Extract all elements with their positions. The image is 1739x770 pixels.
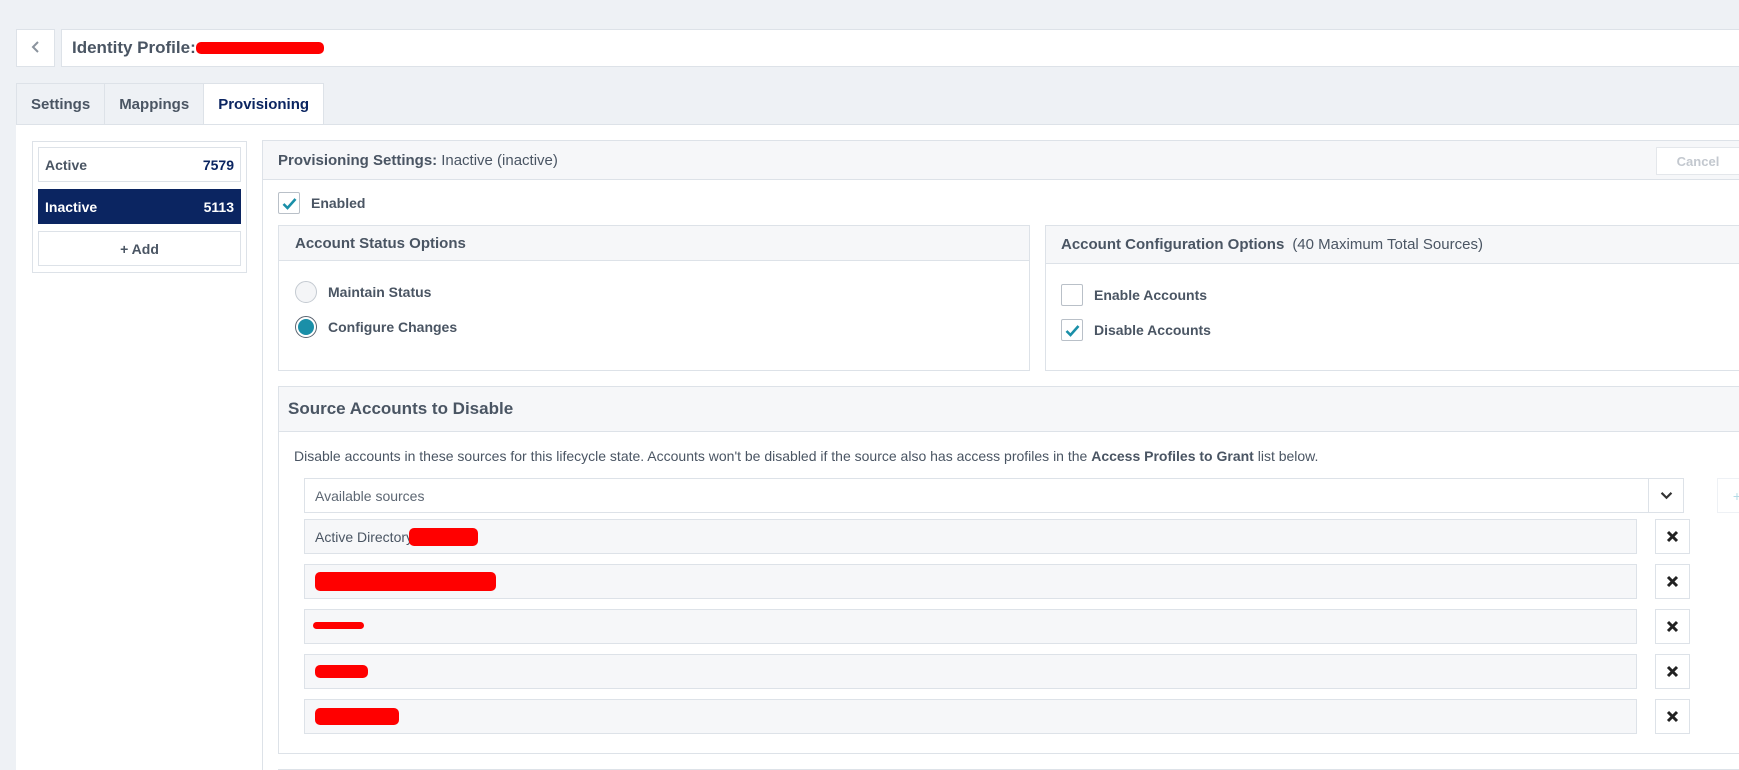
state-count: 7579 <box>202 156 234 173</box>
disable-accounts-checkbox[interactable] <box>1061 319 1083 341</box>
enable-accounts-checkbox[interactable] <box>1061 284 1083 306</box>
tab-settings[interactable]: Settings <box>16 83 105 125</box>
chevron-down-icon[interactable] <box>1648 479 1683 512</box>
account-configuration-options: Account Configuration Options (40 Maximu… <box>1045 225 1739 371</box>
source-row <box>304 654 1637 689</box>
radio-button[interactable] <box>295 281 317 303</box>
enabled-label: Enabled <box>311 195 366 211</box>
enable-accounts-option[interactable]: Enable Accounts <box>1061 284 1207 306</box>
enabled-toggle[interactable]: Enabled <box>278 192 365 214</box>
panel-header: Provisioning Settings: Inactive (inactiv… <box>263 141 1739 180</box>
redacted-source-name <box>409 527 479 546</box>
back-button[interactable] <box>16 29 55 67</box>
redacted-source-name <box>315 665 368 678</box>
panel-title-value: Inactive (inactive) <box>441 151 558 169</box>
check-icon <box>282 197 296 210</box>
section-description: Disable accounts in these sources for th… <box>294 448 1318 464</box>
lifecycle-state-list: Active 7579 Inactive 5113 + Add <box>32 141 247 273</box>
close-icon <box>1666 665 1679 678</box>
description-text-end: list below. <box>1253 448 1319 464</box>
remove-source-button[interactable] <box>1655 564 1690 599</box>
description-emphasis: Access Profiles to Grant <box>1091 448 1254 464</box>
source-row <box>304 609 1637 644</box>
redacted-source-name <box>315 572 496 591</box>
add-state-button[interactable]: + Add <box>38 231 241 266</box>
remove-source-button[interactable] <box>1655 609 1690 644</box>
cancel-button[interactable]: Cancel <box>1656 147 1739 175</box>
state-label: Inactive <box>45 198 98 215</box>
tab-provisioning[interactable]: Provisioning <box>203 83 325 126</box>
source-name: Active Directory <box>315 528 414 545</box>
remove-source-button[interactable] <box>1655 699 1690 734</box>
state-item-inactive[interactable]: Inactive 5113 <box>38 189 241 224</box>
disable-accounts-option[interactable]: Disable Accounts <box>1061 319 1211 341</box>
state-label: Active <box>45 156 88 173</box>
option-label: Maintain Status <box>328 284 432 300</box>
source-row <box>304 699 1637 734</box>
box-title: Account Configuration Options (40 Maximu… <box>1046 226 1739 264</box>
box-subtitle: (40 Maximum Total Sources) <box>1292 236 1483 253</box>
option-label: Configure Changes <box>328 319 458 335</box>
panel-title-label: Provisioning Settings: <box>278 151 438 169</box>
remove-source-button[interactable] <box>1655 654 1690 689</box>
tab-mappings[interactable]: Mappings <box>104 83 204 125</box>
page-title-bar: Identity Profile: <box>61 29 1739 67</box>
tab-bar: Settings Mappings Provisioning <box>16 83 325 126</box>
option-label: Enable Accounts <box>1094 287 1208 303</box>
chevron-left-icon <box>30 40 42 56</box>
description-text: Disable accounts in these sources for th… <box>294 448 1092 464</box>
box-title: Account Status Options <box>279 226 1029 261</box>
state-count: 5113 <box>203 198 234 215</box>
source-row <box>304 564 1637 599</box>
close-icon <box>1666 620 1679 633</box>
page-title: Identity Profile: <box>72 38 196 57</box>
close-icon <box>1666 710 1679 723</box>
check-icon <box>1065 324 1079 337</box>
maintain-status-option[interactable]: Maintain Status <box>295 281 431 303</box>
configure-changes-option[interactable]: Configure Changes <box>295 316 457 338</box>
close-icon <box>1666 530 1679 543</box>
remove-source-button[interactable] <box>1655 519 1690 554</box>
redacted-source-name <box>313 621 364 629</box>
redacted-profile-name <box>195 42 324 54</box>
source-accounts-section: Source Accounts to Disable Disable accou… <box>278 386 1739 754</box>
box-title-text: Account Configuration Options <box>1061 236 1285 253</box>
account-status-options: Account Status Options Maintain Status C… <box>278 225 1030 371</box>
enabled-checkbox[interactable] <box>278 192 300 214</box>
available-sources-select[interactable]: Available sources <box>304 478 1684 513</box>
radio-button[interactable] <box>295 316 317 338</box>
state-item-active[interactable]: Active 7579 <box>38 147 241 182</box>
select-placeholder: Available sources <box>315 487 425 504</box>
close-icon <box>1666 575 1679 588</box>
source-row: Active Directory <box>304 519 1637 554</box>
provisioning-panel: Provisioning Settings: Inactive (inactiv… <box>262 140 1739 770</box>
add-source-button[interactable]: + <box>1717 478 1739 513</box>
section-title: Source Accounts to Disable <box>279 387 1739 432</box>
option-label: Disable Accounts <box>1094 322 1211 338</box>
redacted-source-name <box>315 708 399 725</box>
